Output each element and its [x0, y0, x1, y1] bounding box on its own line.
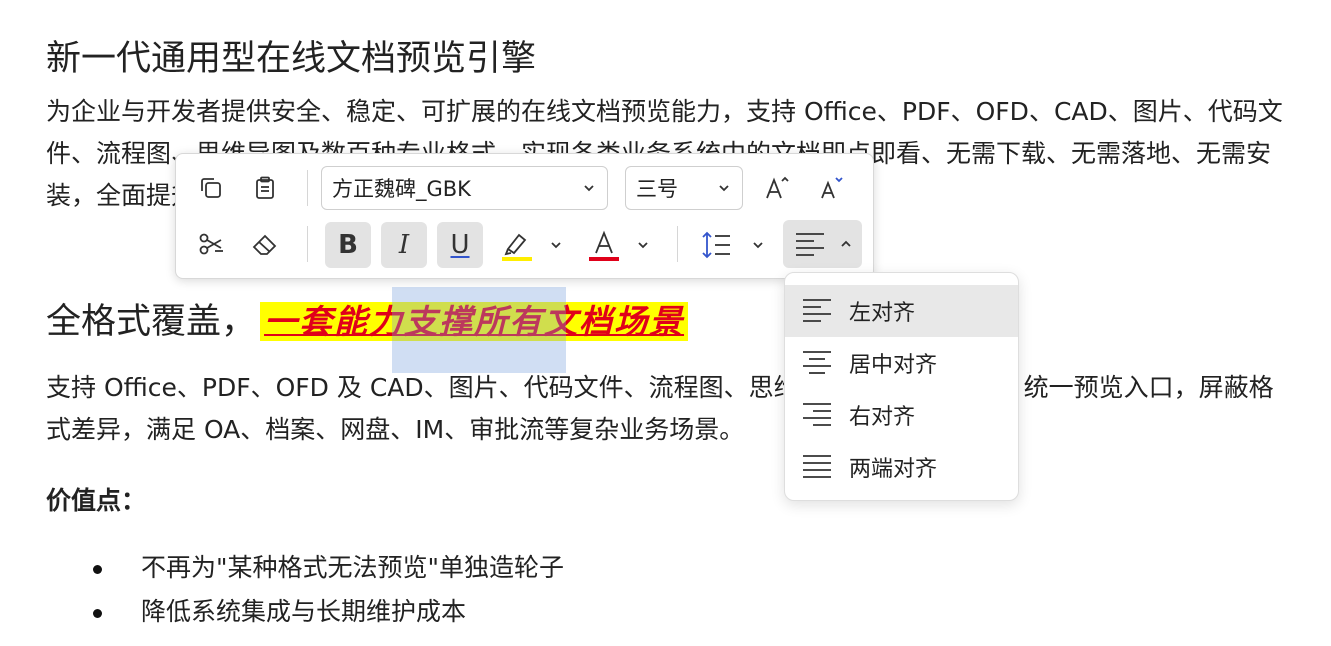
scissors-icon	[199, 233, 223, 255]
text-selection-highlight	[392, 287, 566, 373]
bold-icon: B	[338, 230, 358, 260]
align-right-icon	[803, 403, 831, 426]
menu-item-align-justify[interactable]: 两端对齐	[785, 441, 1018, 493]
menu-item-label: 右对齐	[849, 405, 916, 430]
support-paragraph: 支持 Office、PDF、OFD 及 CAD、图片、代码文件、流程图、思维导图…	[46, 373, 1274, 444]
cut-button[interactable]	[190, 222, 232, 266]
copy-button[interactable]	[190, 166, 232, 210]
chevron-down-icon	[551, 242, 561, 249]
underline-icon: U	[450, 230, 470, 260]
highlighter-icon	[502, 233, 532, 261]
italic-icon: I	[398, 230, 410, 260]
decrease-font-size-button[interactable]	[810, 166, 852, 210]
increase-font-size-button[interactable]	[756, 166, 798, 210]
eraser-icon	[252, 234, 277, 255]
font-size-value: 三号	[636, 177, 678, 201]
menu-item-align-left[interactable]: 左对齐	[785, 285, 1018, 337]
separator	[677, 226, 678, 262]
align-center-icon	[803, 351, 831, 374]
underline-button[interactable]: U	[437, 222, 483, 268]
font-color-dropdown[interactable]	[631, 230, 655, 260]
chevron-up-icon	[840, 240, 851, 247]
menu-item-label: 两端对齐	[849, 457, 938, 482]
menu-item-align-right[interactable]: 右对齐	[785, 389, 1018, 441]
list-item: 不再为"某种格式无法预览"单独造轮子	[46, 546, 564, 590]
line-spacing-button[interactable]	[695, 222, 739, 268]
value-list: 不再为"某种格式无法预览"单独造轮子 降低系统集成与长期维护成本	[46, 546, 564, 634]
align-justify-icon	[803, 455, 831, 478]
bold-button[interactable]: B	[325, 222, 371, 268]
font-color-button[interactable]	[581, 222, 627, 268]
clear-format-button[interactable]	[244, 222, 286, 266]
value-label: 价值点：	[46, 486, 147, 515]
section-heading: 全格式覆盖， 一套能力支撑所有文档场景	[46, 293, 689, 344]
paste-icon	[256, 176, 274, 199]
font-family-value: 方正魏碑_GBK	[332, 177, 471, 201]
font-size-select[interactable]: 三号	[625, 166, 743, 210]
highlight-color-button[interactable]	[494, 222, 540, 268]
copy-icon	[201, 178, 221, 198]
font-increase-icon	[766, 176, 789, 199]
font-family-select[interactable]: 方正魏碑_GBK	[321, 166, 608, 210]
font-decrease-icon	[821, 177, 843, 199]
line-spacing-icon	[702, 231, 730, 259]
highlight-color-dropdown[interactable]	[544, 230, 568, 260]
separator	[307, 170, 308, 206]
chevron-down-icon	[638, 242, 648, 249]
align-left-icon	[795, 233, 824, 256]
font-color-icon	[589, 230, 619, 261]
chevron-down-icon	[716, 180, 732, 196]
align-left-icon	[803, 299, 831, 322]
paste-button[interactable]	[244, 166, 286, 210]
align-button[interactable]	[783, 220, 862, 268]
chevron-down-icon	[753, 242, 763, 249]
document-title: 新一代通用型在线文档预览引擎	[46, 39, 537, 79]
line-spacing-dropdown[interactable]	[746, 230, 770, 260]
menu-item-label: 左对齐	[849, 301, 916, 326]
list-item: 降低系统集成与长期维护成本	[46, 590, 564, 634]
chevron-down-icon	[581, 180, 597, 196]
format-toolbar: 方正魏碑_GBK 三号 B I U	[175, 153, 874, 279]
italic-button[interactable]: I	[381, 222, 427, 268]
menu-item-align-center[interactable]: 居中对齐	[785, 337, 1018, 389]
separator	[307, 226, 308, 262]
section-heading-prefix: 全格式覆盖，	[46, 302, 257, 342]
align-menu: 左对齐 居中对齐 右对齐 两端对齐	[784, 272, 1019, 501]
menu-item-label: 居中对齐	[849, 353, 938, 378]
